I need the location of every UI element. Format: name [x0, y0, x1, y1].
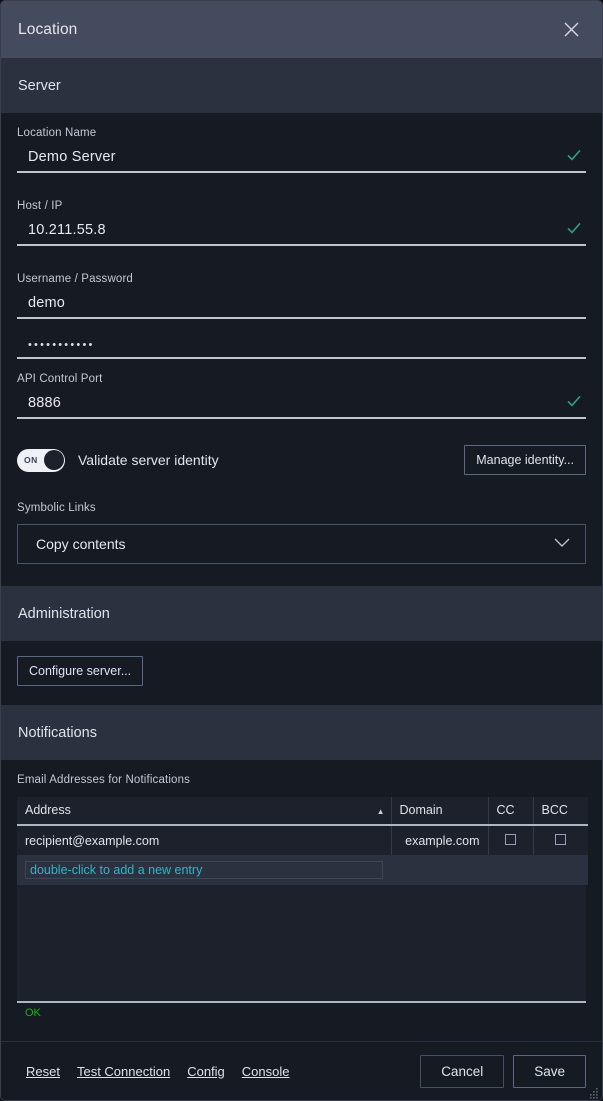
cancel-button[interactable]: Cancel: [420, 1054, 505, 1088]
resize-grip[interactable]: [588, 1086, 599, 1099]
location-dialog: Location Server Location Name Demo Serve…: [0, 0, 603, 1101]
config-link[interactable]: Config: [187, 1064, 225, 1079]
close-icon[interactable]: [556, 15, 586, 45]
cell-bcc: [533, 825, 588, 855]
column-label-domain: Domain: [399, 803, 443, 817]
reset-link[interactable]: Reset: [26, 1064, 60, 1079]
section-title-administration: Administration: [18, 605, 110, 622]
column-label-cc: CC: [496, 803, 515, 817]
symbolic-links-value: Copy contents: [36, 536, 126, 552]
titlebar: Location: [1, 1, 602, 58]
section-header-server: Server: [1, 58, 602, 113]
toggle-knob: [43, 450, 64, 470]
footer: Reset Test Connection Config Console Can…: [1, 1041, 602, 1100]
bcc-checkbox[interactable]: [555, 833, 567, 845]
cc-checkbox[interactable]: [505, 833, 516, 845]
column-header-address[interactable]: Address ▲: [17, 797, 392, 826]
validate-server-identity-toggle[interactable]: ON: [17, 448, 65, 472]
new-entry-hint[interactable]: double-click to add a new entry: [25, 861, 383, 879]
section-title-notifications: Notifications: [18, 724, 97, 741]
cell-new-cc: [488, 855, 533, 885]
host-ip-label: Host / IP: [17, 200, 63, 212]
cell-new-domain: [391, 855, 488, 885]
toggle-state-label: ON: [24, 455, 38, 465]
api-port-label: API Control Port: [17, 373, 103, 385]
section-header-administration: Administration: [1, 586, 602, 641]
column-header-domain[interactable]: Domain: [391, 797, 489, 826]
email-table-label: Email Addresses for Notifications: [17, 774, 191, 786]
administration-pane: Configure server...: [1, 641, 602, 705]
status-badge: OK: [25, 1007, 41, 1019]
section-title-server: Server: [18, 77, 61, 94]
cell-address: recipient@example.com: [17, 825, 392, 855]
api-port-value: 8886: [28, 394, 62, 411]
table-header-row: Address ▲ Domain CC BCC: [17, 797, 588, 826]
chevron-down-icon: [553, 535, 571, 553]
host-ip-value: 10.211.55.8: [28, 221, 106, 238]
table-row[interactable]: recipient@example.com example.com: [17, 825, 588, 855]
check-icon: [566, 147, 582, 163]
location-name-field[interactable]: Demo Server: [17, 142, 586, 173]
location-name-label: Location Name: [17, 127, 97, 139]
password-value: •••••••••••: [28, 338, 95, 351]
validate-identity-label: Validate server identity: [78, 452, 219, 468]
column-header-cc[interactable]: CC: [488, 797, 534, 826]
location-name-value: Demo Server: [28, 148, 116, 165]
symbolic-links-label: Symbolic Links: [17, 502, 96, 514]
manage-identity-button[interactable]: Manage identity...: [464, 445, 586, 475]
password-field[interactable]: •••••••••••: [17, 328, 586, 359]
configure-server-button[interactable]: Configure server...: [17, 656, 144, 686]
username-value: demo: [28, 294, 66, 311]
validate-identity-row: ON Validate server identity Manage ident…: [17, 434, 586, 486]
notifications-pane: Email Addresses for Notifications Addres…: [1, 760, 602, 1027]
save-button[interactable]: Save: [513, 1054, 586, 1088]
section-header-notifications: Notifications: [1, 705, 602, 760]
check-icon: [566, 220, 582, 236]
dialog-body: Server Location Name Demo Server Host / …: [1, 58, 602, 1041]
symbolic-links-group: Symbolic Links Copy contents: [17, 486, 586, 564]
test-connection-link[interactable]: Test Connection: [77, 1064, 170, 1079]
cell-domain: example.com: [391, 825, 489, 855]
api-port-field[interactable]: 8886: [17, 388, 586, 419]
username-field[interactable]: demo: [17, 288, 586, 319]
new-entry-row[interactable]: double-click to add a new entry: [17, 855, 588, 885]
cell-new-entry: double-click to add a new entry: [17, 855, 391, 885]
check-icon: [566, 393, 582, 409]
column-label-bcc: BCC: [541, 803, 568, 817]
email-addresses-table: Address ▲ Domain CC BCC recipient@exampl…: [17, 797, 588, 885]
column-label-address: Address: [25, 803, 71, 817]
table-empty-area: [17, 885, 586, 1003]
column-header-bcc[interactable]: BCC: [533, 797, 588, 826]
cell-cc: [488, 825, 534, 855]
server-pane: Location Name Demo Server Host / IP 10.2…: [1, 113, 602, 586]
symbolic-links-select[interactable]: Copy contents: [17, 524, 586, 564]
page-title: Location: [18, 20, 78, 38]
footer-buttons: Cancel Save: [420, 1054, 586, 1088]
console-link[interactable]: Console: [242, 1064, 290, 1079]
cell-new-bcc: [533, 855, 588, 885]
credentials-label: Username / Password: [17, 273, 133, 285]
sort-ascending-icon: ▲: [376, 806, 385, 816]
host-ip-field[interactable]: 10.211.55.8: [17, 215, 586, 246]
footer-links: Reset Test Connection Config Console: [26, 1064, 420, 1079]
